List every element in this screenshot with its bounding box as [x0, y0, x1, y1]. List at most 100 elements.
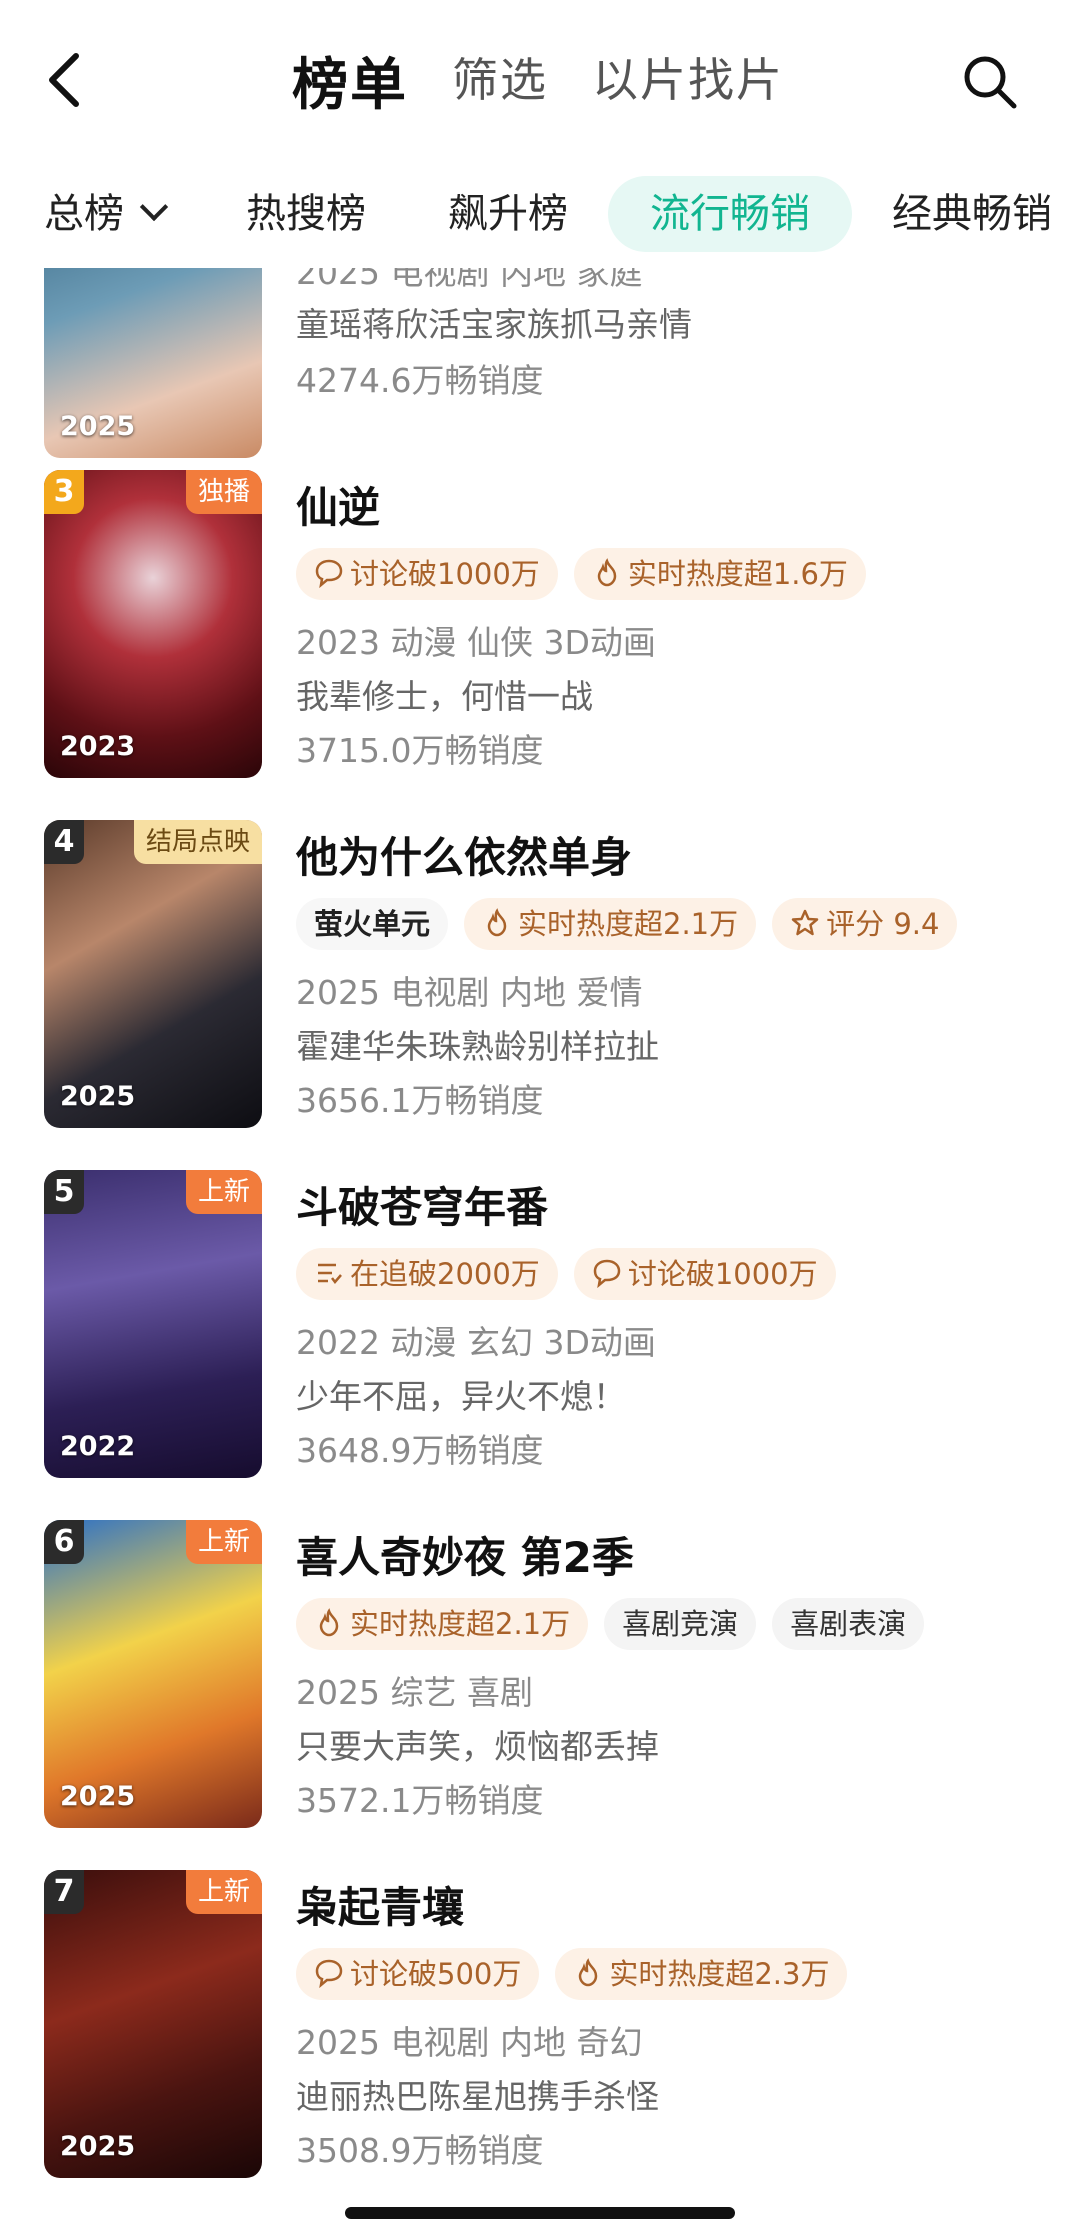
category-label: 总榜 [44, 191, 124, 237]
item-description: 只要大声笑，烦恼都丢掉 [296, 1727, 659, 1766]
poster-year: 2023 [60, 731, 136, 762]
poster-year: 2022 [60, 1431, 136, 1462]
top-bar: 榜单 筛选 以片找片 [0, 0, 1080, 165]
status-badge: 上新 [185, 1870, 262, 1914]
tag-text: 在追破2000万 [350, 1257, 540, 1291]
flame-icon [579, 1958, 598, 1987]
flame-icon [319, 1608, 339, 1637]
tag-discussion: 讨论破1000万 [296, 548, 558, 600]
tab-ranking[interactable]: 榜单 [292, 40, 408, 121]
category-popular-bestseller[interactable]: 流行畅销 [608, 176, 852, 252]
poster-image: 5 上新 2022 [44, 1170, 262, 1478]
tag-row: 在追破2000万 讨论破1000万 [296, 1248, 852, 1300]
item-title: 斗破苍穹年番 [296, 1183, 549, 1232]
chevron-down-icon [139, 192, 169, 222]
star-icon [791, 909, 819, 936]
category-rising[interactable]: 飙升榜 [448, 176, 568, 252]
chat-bubble-icon [593, 1259, 621, 1288]
tag-firefly-unit: 萤火单元 [296, 898, 449, 950]
home-indicator[interactable] [345, 2207, 735, 2219]
item-meta: 2025 电视剧 内地 奇幻 [296, 2023, 643, 2062]
poster-year: 2025 [60, 2131, 136, 2162]
tab-find-by-film[interactable]: 以片找片 [592, 44, 784, 110]
item-meta: 2023 动漫 仙侠 3D动画 [296, 623, 656, 662]
poster-year: 2025 [60, 1081, 136, 1112]
item-title: 喜人奇妙夜 第2季 [296, 1533, 634, 1582]
chat-bubble-icon [315, 559, 343, 588]
tab-filter[interactable]: 筛选 [452, 44, 548, 110]
rank-number: 6 [44, 1520, 84, 1564]
item-description: 霍建华朱珠熟龄别样拉扯 [296, 1027, 659, 1066]
poster-image: 3 独播 2023 [44, 470, 262, 778]
item-meta: 2025 电视剧 内地 爱情 [296, 973, 643, 1012]
item-title: 他为什么依然单身 [296, 833, 633, 882]
tag-text: 讨论破1000万 [627, 1257, 818, 1291]
item-description: 童瑶蒋欣活宝家族抓马亲情 [296, 305, 692, 344]
category-total[interactable]: 总榜 [44, 176, 169, 252]
tag-text: 实时热度超2.3万 [609, 1957, 830, 1991]
item-description: 迪丽热巴陈星旭携手杀怪 [296, 2077, 659, 2116]
tag-heat: 实时热度超2.1万 [296, 1598, 589, 1650]
tag-text: 实时热度超1.6万 [627, 557, 848, 591]
list-item[interactable]: 4 结局点映 2025 他为什么依然单身 萤火单元 实时热度超2.1万 评分 9… [0, 820, 1080, 1138]
status-badge: 上新 [185, 1520, 262, 1564]
status-badge: 上新 [185, 1170, 262, 1214]
list-item[interactable]: 3 独播 2023 仙逆 讨论破1000万 实时热度超1.6万 2023 动漫 … [0, 470, 1080, 788]
ranking-list: 2025 2025 电视剧 内地 家庭 童瑶蒋欣活宝家族抓马亲情 4274.6万… [0, 268, 1080, 2235]
tag-row: 萤火单元 实时热度超2.1万 评分 9.4 [296, 898, 973, 950]
search-icon[interactable] [960, 52, 1020, 112]
list-icon [318, 1263, 342, 1284]
poster-image: 6 上新 2025 [44, 1520, 262, 1828]
item-sales: 3648.9万畅销度 [296, 1431, 544, 1470]
tag-text: 讨论破1000万 [350, 557, 540, 591]
rank-number: 4 [44, 820, 84, 864]
list-item[interactable]: 6 上新 2025 喜人奇妙夜 第2季 实时热度超2.1万 喜剧竞演 喜剧表演 2… [0, 1520, 1080, 1838]
status-badge: 独播 [185, 470, 262, 514]
item-sales: 4274.6万畅销度 [296, 361, 544, 400]
tag-heat: 实时热度超2.1万 [464, 898, 757, 950]
rank-number: 5 [44, 1170, 84, 1214]
tag-discussion: 讨论破1000万 [573, 1248, 836, 1300]
tag-heat: 实时热度超2.3万 [555, 1948, 848, 2000]
tag-text: 评分 9.4 [826, 907, 940, 941]
status-badge: 结局点映 [133, 820, 262, 864]
item-title: 仙逆 [296, 483, 381, 532]
tag-following: 在追破2000万 [296, 1248, 558, 1300]
poster-year: 2025 [60, 1781, 136, 1812]
item-meta: 2025 综艺 喜剧 [296, 1673, 533, 1712]
flame-icon [597, 558, 617, 587]
list-item[interactable]: 5 上新 2022 斗破苍穹年番 在追破2000万 讨论破1000万 2022 … [0, 1170, 1080, 1488]
flame-icon [487, 908, 507, 937]
poster-image: 2025 [44, 268, 262, 458]
rank-number: 3 [44, 470, 84, 514]
tag-row: 讨论破1000万 实时热度超1.6万 [296, 548, 882, 600]
back-arrow-icon[interactable] [42, 50, 86, 110]
category-hot-search[interactable]: 热搜榜 [246, 176, 366, 252]
item-sales: 3715.0万畅销度 [296, 731, 544, 770]
item-sales: 3572.1万畅销度 [296, 1781, 544, 1820]
category-classic-bestseller[interactable]: 经典畅销 [892, 176, 1052, 252]
tag-text: 讨论破500万 [350, 1957, 522, 1991]
list-item[interactable]: 7 上新 2025 枭起青壤 讨论破500万 实时热度超2.3万 2025 电视… [0, 1870, 1080, 2188]
item-sales: 3508.9万畅销度 [296, 2131, 544, 2170]
category-tabs: 总榜 热搜榜 飙升榜 流行畅销 经典畅销 [0, 170, 1080, 260]
poster-image: 7 上新 2025 [44, 1870, 262, 2178]
list-item[interactable]: 2025 2025 电视剧 内地 家庭 童瑶蒋欣活宝家族抓马亲情 4274.6万… [0, 268, 1080, 468]
item-description: 少年不屈，异火不熄！ [296, 1377, 626, 1416]
chat-bubble-icon [315, 1959, 343, 1988]
item-sales: 3656.1万畅销度 [296, 1081, 544, 1120]
tag-rating: 评分 9.4 [772, 898, 958, 950]
tag-text: 实时热度超2.1万 [518, 907, 739, 941]
tag-row: 讨论破500万 实时热度超2.3万 [296, 1948, 863, 2000]
item-title: 枭起青壤 [296, 1883, 465, 1932]
rank-number: 7 [44, 1870, 84, 1914]
tag-row: 实时热度超2.1万 喜剧竞演 喜剧表演 [296, 1598, 940, 1650]
tag-genre: 喜剧竞演 [604, 1598, 757, 1650]
tag-heat: 实时热度超1.6万 [573, 548, 866, 600]
item-description: 我辈修士，何惜一战 [296, 677, 593, 716]
tag-text: 实时热度超2.1万 [350, 1607, 571, 1641]
item-meta: 2022 动漫 玄幻 3D动画 [296, 1323, 656, 1362]
item-meta: 2025 电视剧 内地 家庭 [296, 268, 643, 292]
tag-genre: 喜剧表演 [772, 1598, 925, 1650]
tag-discussion: 讨论破500万 [296, 1948, 540, 2000]
